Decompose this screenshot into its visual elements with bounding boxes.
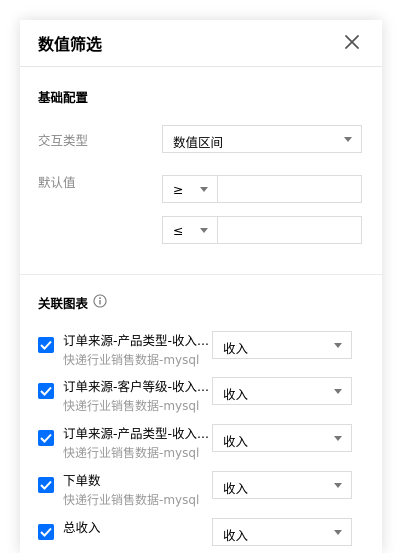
chart-title: 订单来源-客户等级-收入... (63, 379, 209, 394)
chevron-down-icon (334, 436, 342, 441)
check-icon (40, 433, 52, 443)
chevron-down-icon (200, 228, 208, 233)
info-icon[interactable] (93, 294, 107, 308)
chart-checkbox[interactable] (38, 524, 54, 540)
chart-checkbox[interactable] (38, 337, 54, 353)
check-icon (40, 386, 52, 396)
chart-field-value: 收入 (223, 528, 249, 543)
chart-field-value: 收入 (223, 341, 249, 356)
min-operator-select[interactable]: ≥ (162, 175, 218, 203)
chevron-down-icon (344, 137, 352, 142)
basic-config-title: 基础配置 (38, 90, 89, 105)
chevron-down-icon (334, 389, 342, 394)
chart-field-select[interactable]: 收入 (212, 377, 352, 405)
chart-title: 总收入 (63, 520, 101, 535)
max-value-input[interactable] (217, 216, 362, 244)
chart-field-value: 收入 (223, 387, 249, 402)
interaction-type-select[interactable]: 数值区间 (162, 125, 362, 153)
dialog-title: 数值筛选 (38, 35, 103, 54)
max-operator-select[interactable]: ≤ (162, 216, 218, 244)
chevron-down-icon (334, 483, 342, 488)
interaction-type-label: 交互类型 (38, 133, 89, 148)
check-icon (40, 480, 52, 490)
chart-field-select[interactable]: 收入 (212, 331, 352, 359)
chart-checkbox[interactable] (38, 430, 54, 446)
close-icon[interactable] (342, 32, 362, 52)
check-icon (40, 527, 52, 537)
chevron-down-icon (334, 343, 342, 348)
default-value-label: 默认值 (38, 175, 76, 190)
min-operator-value: ≥ (173, 182, 184, 197)
chart-field-select[interactable]: 收入 (212, 471, 352, 499)
chart-title: 订单来源-产品类型-收入... (63, 426, 209, 441)
chart-source: 快递行业销售数据-mysql (63, 353, 200, 367)
chart-field-select[interactable]: 收入 (212, 424, 352, 452)
chart-checkbox[interactable] (38, 477, 54, 493)
min-value-input[interactable] (217, 175, 362, 203)
section-divider (20, 274, 382, 275)
chart-source: 快递行业销售数据-mysql (63, 399, 200, 413)
chart-checkbox[interactable] (38, 383, 54, 399)
chart-title: 下单数 (63, 473, 101, 488)
dialog-header: 数值筛选 (20, 20, 382, 67)
chevron-down-icon (200, 187, 208, 192)
chart-source: 快递行业销售数据-mysql (63, 493, 200, 507)
chart-field-value: 收入 (223, 481, 249, 496)
chart-source: 快递行业销售数据-mysql (63, 446, 200, 460)
chart-field-value: 收入 (223, 434, 249, 449)
chevron-down-icon (334, 530, 342, 535)
chart-title: 订单来源-产品类型-收入... (63, 333, 209, 348)
chart-field-select[interactable]: 收入 (212, 518, 352, 546)
related-charts-title: 关联图表 (38, 296, 89, 311)
interaction-type-value: 数值区间 (173, 135, 224, 150)
numeric-filter-dialog: 数值筛选 基础配置 交互类型 数值区间 默认值 ≥ ≤ 关联图表 订单来源-产品… (20, 20, 382, 553)
max-operator-value: ≤ (173, 223, 184, 238)
check-icon (40, 340, 52, 350)
